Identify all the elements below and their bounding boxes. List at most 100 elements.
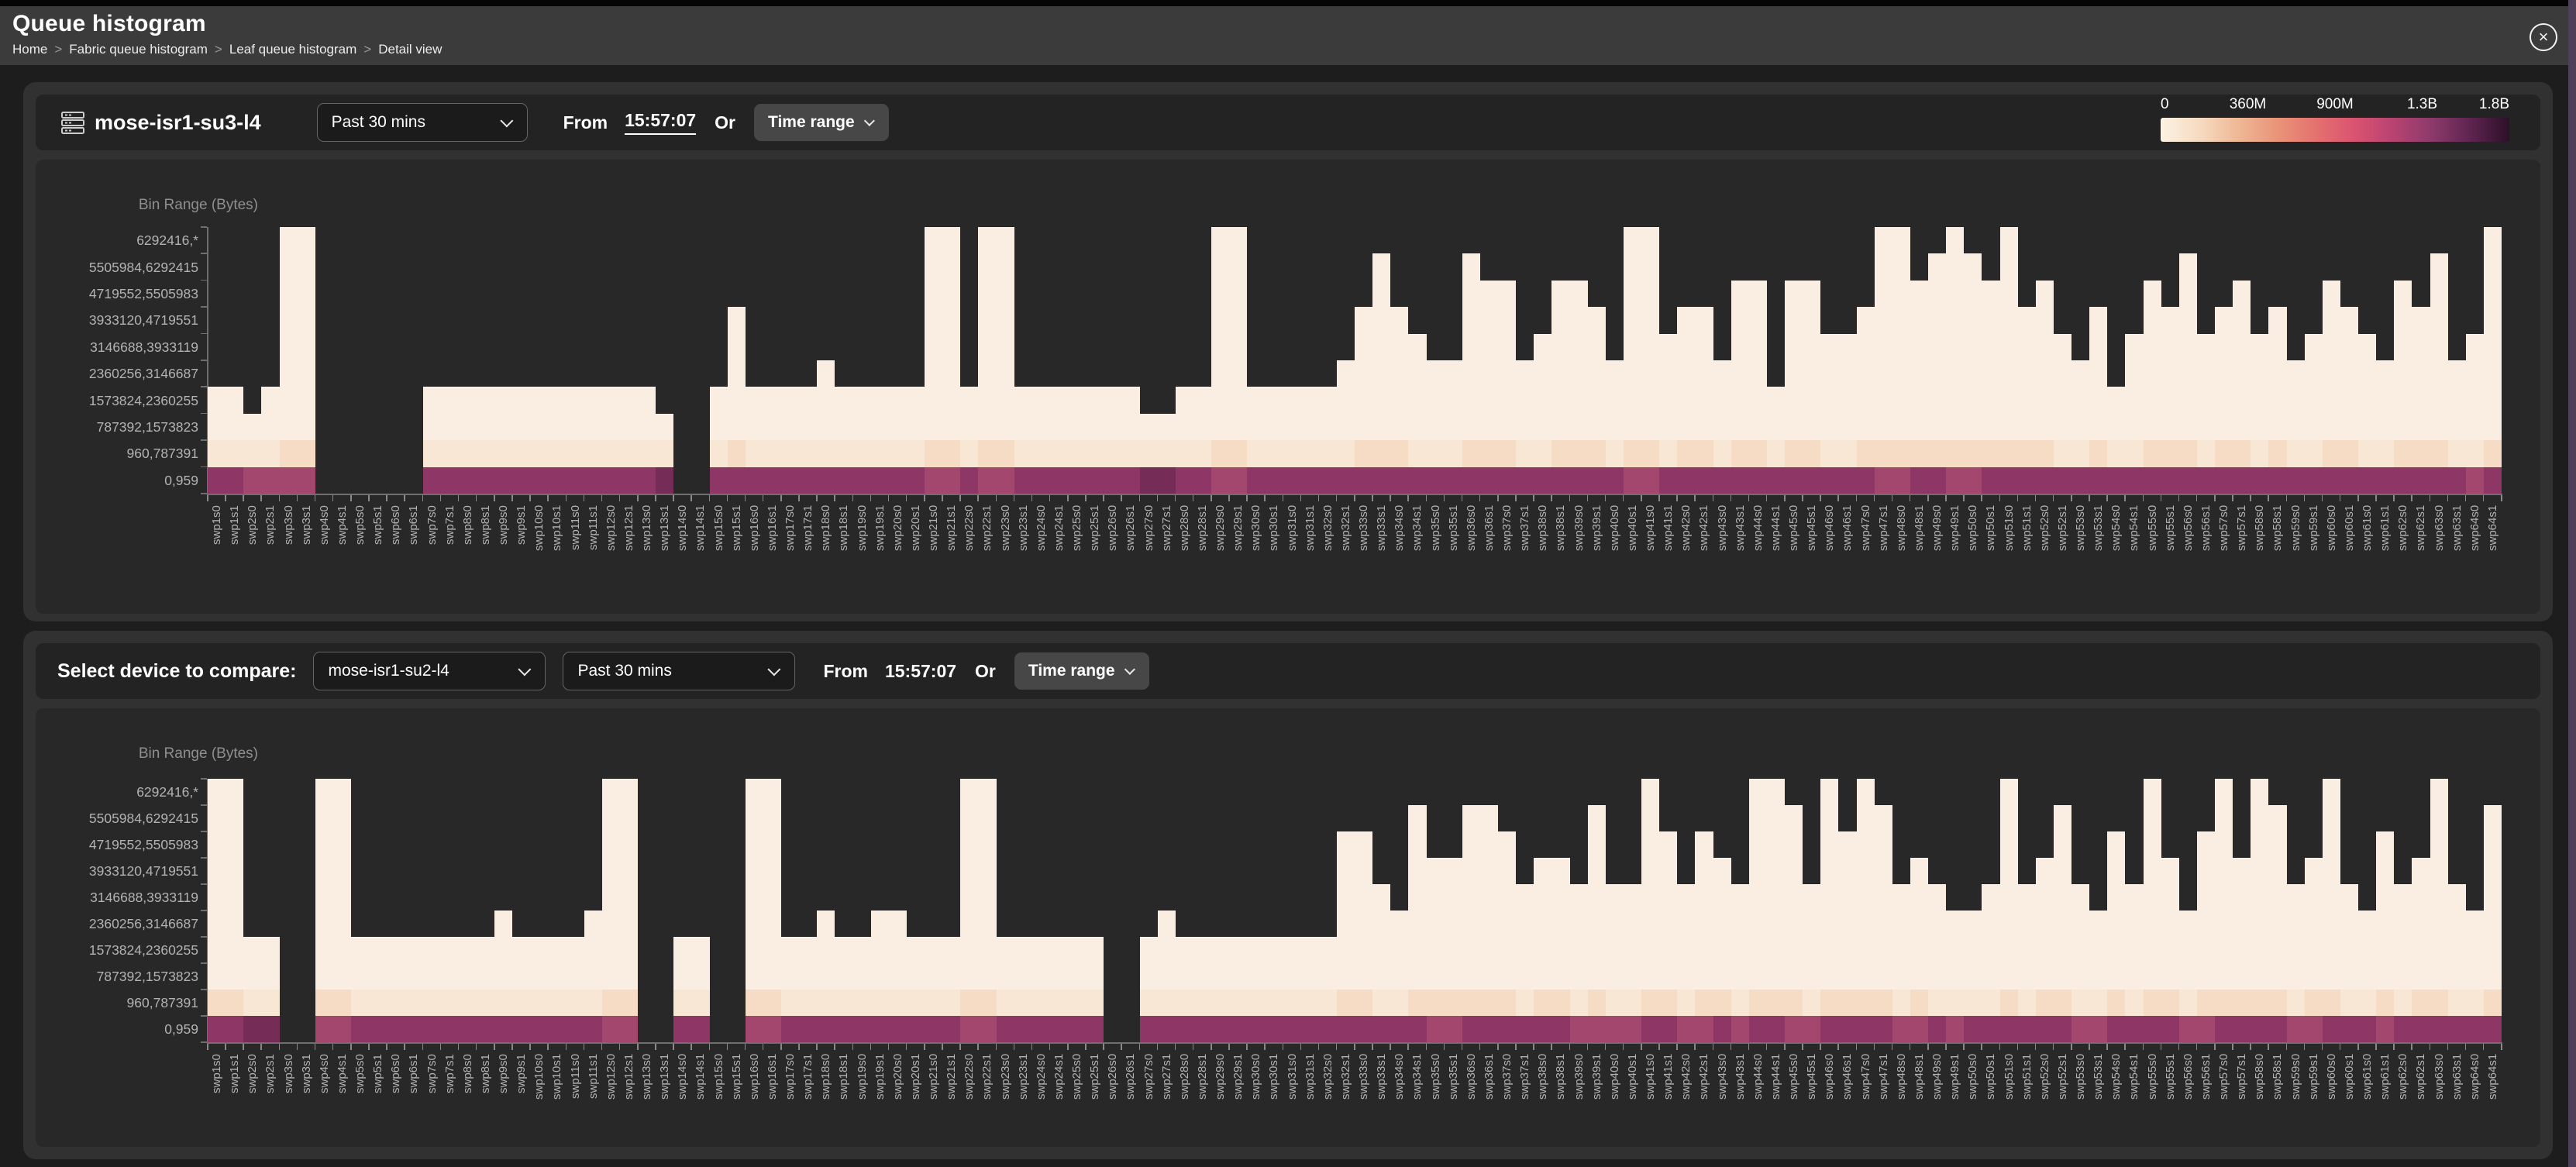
time-range-button-2[interactable]: Time range [1014, 652, 1149, 690]
x-axis-tick [870, 495, 872, 501]
from-time-value-2[interactable]: 15:57:07 [885, 661, 956, 682]
heatmap-cell [960, 805, 978, 831]
breadcrumb-item[interactable]: Home [12, 42, 47, 57]
heatmap-cell [1875, 884, 1892, 911]
port-label: swp31s1 [1301, 1054, 1319, 1143]
x-axis-tick [404, 495, 405, 501]
heatmap-cell [2484, 963, 2502, 990]
port-label: swp58s1 [2268, 1054, 2286, 1143]
heatmap-column-swp24s1 [1050, 227, 1068, 494]
x-axis-tick [1193, 495, 1194, 501]
heatmap-cell [1372, 440, 1390, 466]
heatmap-cell [208, 805, 226, 831]
heatmap-cell [1534, 937, 1551, 963]
heatmap-cell [1713, 360, 1731, 387]
heatmap-cell [1749, 467, 1767, 494]
time-preset-dropdown-2[interactable]: Past 30 mins [563, 652, 795, 690]
heatmap-cell [1982, 387, 1999, 413]
heatmap-cell [1659, 1016, 1677, 1042]
x-axis-tick [2161, 1044, 2162, 1050]
port-label: swp62s1 [2412, 505, 2430, 598]
heatmap-cell [2323, 467, 2340, 494]
breadcrumb-item[interactable]: Detail view [378, 42, 442, 57]
heatmap-cell [1445, 440, 1462, 466]
heatmap-cell [2161, 963, 2179, 990]
bin-range-label: 960,787391 [127, 446, 198, 462]
port-label: swp8s0 [459, 505, 477, 598]
heatmap-cell [1857, 858, 1875, 884]
heatmap-cell [2340, 307, 2358, 333]
heatmap-cell [817, 937, 835, 963]
port-label: swp48s0 [1892, 1054, 1910, 1143]
heatmap-cell [2268, 858, 2286, 884]
bin-range-label: 5505984,6292415 [89, 811, 198, 827]
heatmap-cell [889, 1016, 907, 1042]
heatmap-cell [978, 414, 996, 440]
heatmap-cell [1892, 360, 1910, 387]
time-range-button[interactable]: Time range [754, 104, 889, 141]
heatmap-cell [1390, 963, 1408, 990]
heatmap-cell [602, 440, 620, 466]
heatmap-column-swp24s0 [1032, 227, 1050, 494]
heatmap-cell [1176, 1016, 1193, 1042]
x-axis-tick [2250, 495, 2251, 501]
heatmap-cell [2466, 937, 2484, 963]
heatmap-cell [1946, 467, 1964, 494]
heatmap-cell [1641, 990, 1659, 1016]
legend-tick-label: 1.8B [2479, 96, 2509, 113]
port-label: swp52s0 [2036, 505, 2054, 598]
heatmap-cell [1570, 360, 1588, 387]
heatmap-cell [2484, 1016, 2502, 1042]
heatmap-cell [2000, 307, 2018, 333]
port-label: swp4s0 [315, 505, 333, 598]
heatmap-cell [2323, 1016, 2340, 1042]
heatmap-cell [1516, 963, 1534, 990]
compare-device-dropdown[interactable]: mose-isr1-su2-l4 [313, 652, 546, 690]
page-title: Queue histogram [12, 11, 206, 37]
heatmap-cell [1498, 831, 1516, 858]
heatmap-column-swp7s1 [441, 227, 459, 494]
heatmap-cell [2089, 387, 2107, 413]
x-axis-tick [440, 1044, 442, 1050]
heatmap-cell [2215, 858, 2233, 884]
heatmap-cell [1337, 937, 1355, 963]
heatmap-column-swp35s1 [1445, 227, 1462, 494]
port-label: swp62s1 [2412, 1054, 2430, 1143]
heatmap-cell [2054, 805, 2071, 831]
breadcrumb-item[interactable]: Leaf queue histogram [229, 42, 356, 57]
heatmap-cell [1229, 937, 1247, 963]
heatmap-cell [1964, 253, 1982, 280]
heatmap-cell [1211, 440, 1229, 466]
heatmap-cell [1964, 963, 1982, 990]
heatmap-cell [1946, 911, 1964, 937]
heatmap-cell [1641, 884, 1659, 911]
heatmap-cell [2179, 1016, 2197, 1042]
port-label: swp33s0 [1355, 1054, 1372, 1143]
heatmap-cell [1211, 937, 1229, 963]
heatmap-cell [853, 937, 871, 963]
heatmap-cell [2000, 440, 2018, 466]
heatmap-cell [1193, 990, 1211, 1016]
heatmap-cell [2071, 360, 2089, 387]
x-axis-tick [1211, 495, 1212, 501]
heatmap-cell [1211, 414, 1229, 440]
heatmap-cell [2466, 360, 2484, 387]
heatmap-cell [2287, 414, 2305, 440]
heatmap-column-swp49s1 [1946, 779, 1964, 1042]
heatmap-column-swp64s0 [2466, 779, 2484, 1042]
port-label: swp27s1 [1158, 1054, 1176, 1143]
heatmap-cell [2215, 440, 2233, 466]
heatmap-column-swp27s1 [1158, 779, 1176, 1042]
heatmap-cell [1803, 467, 1820, 494]
breadcrumb-item[interactable]: Fabric queue histogram [69, 42, 208, 57]
x-axis-tick [924, 495, 925, 501]
heatmap-column-swp41s1 [1659, 227, 1677, 494]
close-button[interactable]: × [2530, 23, 2557, 51]
heatmap-cell [746, 805, 763, 831]
heatmap-cell [1964, 281, 1982, 307]
time-preset-dropdown[interactable]: Past 30 mins [317, 103, 528, 142]
heatmap-column-swp14s0 [673, 779, 691, 1042]
heatmap-column-swp15s0 [710, 227, 728, 494]
heatmap-cell [1498, 990, 1516, 1016]
from-time-value[interactable]: 15:57:07 [625, 110, 696, 135]
